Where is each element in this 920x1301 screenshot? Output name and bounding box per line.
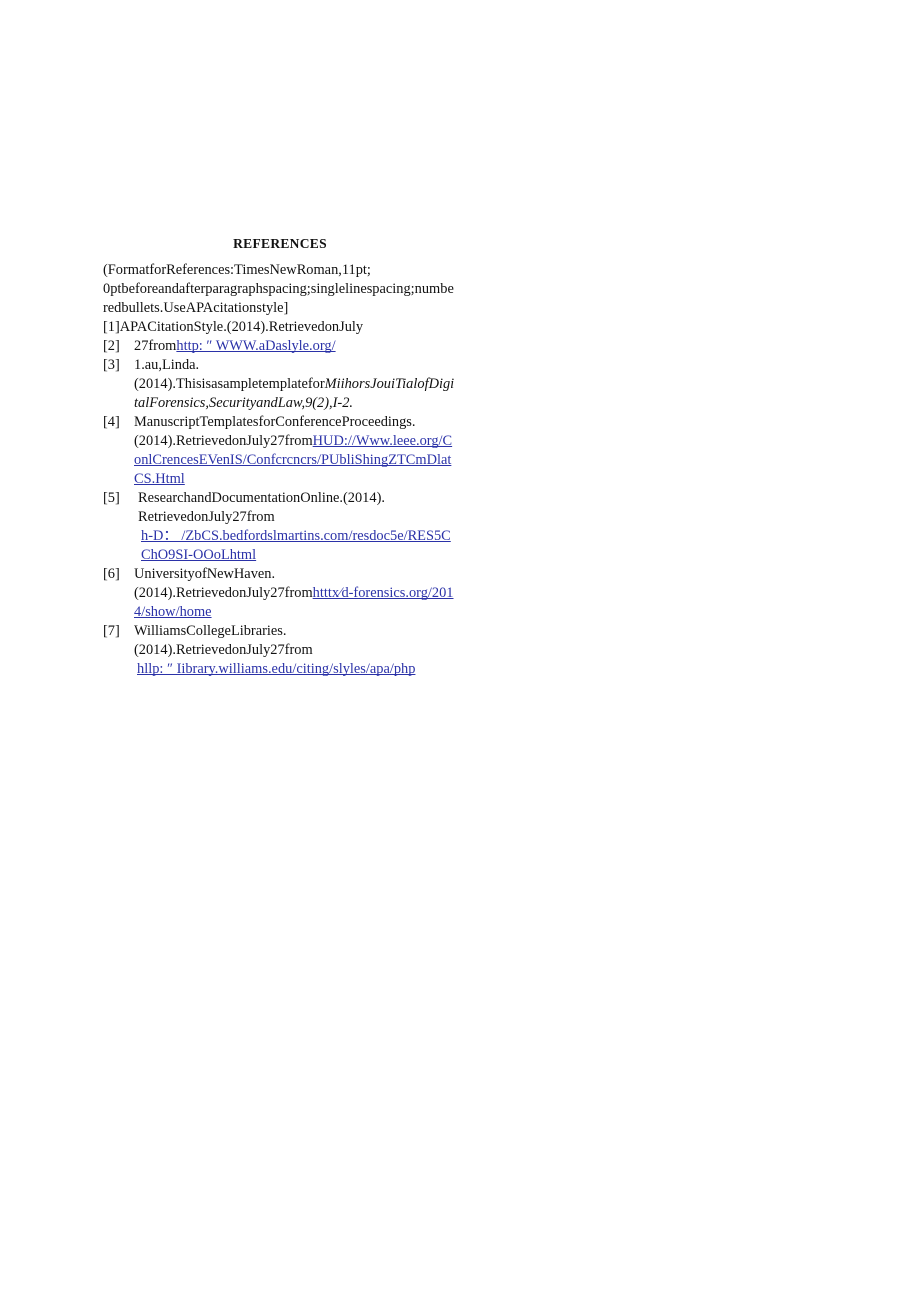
reference-entry-3: [3] 1.au,Linda.(2014).Thisisasampletempla… — [103, 356, 457, 413]
reference-marker: [7] — [103, 623, 120, 640]
references-section: REFERENCES (FormatforReferences:TimesNew… — [103, 236, 457, 679]
reference-entry-1: [1]APACitationStyle.(2014).RetrievedonJu… — [103, 318, 457, 337]
reference-text: APACitationStyle.(2014).RetrievedonJuly — [119, 319, 364, 336]
reference-link[interactable]: http: ″ WWW.aDaslyle.org/ — [176, 338, 335, 354]
document-page: REFERENCES (FormatforReferences:TimesNew… — [0, 0, 920, 1301]
reference-text: 1.au,Linda.(2014).Thisisasampletemplatef… — [134, 357, 325, 393]
reference-marker: [5] — [103, 490, 120, 507]
reference-text: ResearchandDocumentationOnline.(2014). R… — [138, 490, 385, 526]
references-heading: REFERENCES — [233, 236, 327, 251]
reference-marker: [3] — [103, 357, 120, 374]
reference-list: [1]APACitationStyle.(2014).RetrievedonJu… — [103, 318, 457, 679]
reference-text: 27from — [134, 338, 177, 355]
reference-marker: [2] — [103, 338, 120, 355]
reference-entry-6: [6] UniversityofNewHaven.(2014).Retrieved… — [103, 565, 457, 622]
reference-text: WilliamsCollegeLibraries.(2014).Retrieve… — [134, 623, 313, 659]
reference-marker: [1] — [103, 319, 120, 336]
format-note-paragraph: (FormatforReferences:TimesNewRoman,11pt;… — [103, 262, 454, 317]
reference-marker: [4] — [103, 414, 120, 431]
reference-entry-2: [2] 27fromhttp: ″ WWW.aDaslyle.org/ — [103, 337, 457, 356]
reference-marker: [6] — [103, 566, 120, 583]
reference-link[interactable]: hllp: ″ Iibrary.williams.edu/citing/slyl… — [137, 660, 457, 679]
reference-text: UniversityofNewHaven.(2014).RetrievedonJ… — [134, 566, 313, 602]
reference-link[interactable]: h-D： /ZbCS.bedfordslmartins.com/resdoc5e… — [141, 527, 457, 565]
reference-entry-7: [7] WilliamsCollegeLibraries.(2014).Retri… — [103, 622, 457, 679]
reference-entry-4: [4] ManuscriptTemplatesforConferenceProce… — [103, 413, 457, 489]
reference-entry-5: [5] ResearchandDocumentationOnline.(2014)… — [103, 489, 457, 565]
